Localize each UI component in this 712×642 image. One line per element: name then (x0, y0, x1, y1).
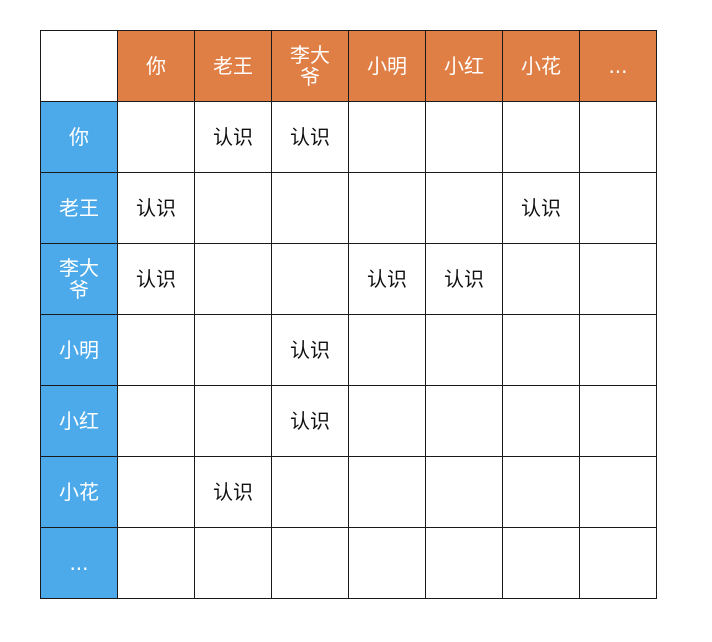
matrix-cell (502, 456, 580, 528)
matrix-cell (194, 314, 272, 386)
header-row: 你 老王 李大爷 小明 小红 小花 ... (40, 30, 657, 102)
matrix-cell (348, 101, 426, 173)
matrix-cell (579, 456, 657, 528)
column-header-xiaoming: 小明 (348, 30, 426, 102)
matrix-cell (579, 314, 657, 386)
matrix-cell (425, 101, 503, 173)
column-header-label: 李大爷 (290, 43, 330, 89)
matrix-cell: 认识 (271, 314, 349, 386)
matrix-cell: 认识 (117, 243, 195, 315)
row-header-label: 老王 (59, 196, 99, 220)
corner-cell (40, 30, 118, 102)
matrix-row: 你 认识 认识 (40, 101, 657, 173)
row-header-more: ... (40, 527, 118, 599)
matrix-cell (271, 172, 349, 244)
matrix-row: 小红 认识 (40, 385, 657, 457)
matrix-cell (425, 172, 503, 244)
matrix-cell (425, 314, 503, 386)
row-header-laowang: 老王 (40, 172, 118, 244)
column-header-xiaohong: 小红 (425, 30, 503, 102)
row-header-ni: 你 (40, 101, 118, 173)
matrix-cell (117, 456, 195, 528)
matrix-cell: 认识 (271, 385, 349, 457)
matrix-cell (271, 243, 349, 315)
column-header-label: 小红 (444, 54, 484, 78)
matrix-row: 李大爷 认识 认识 认识 (40, 243, 657, 315)
column-header-label: 小花 (521, 54, 561, 78)
matrix-cell (194, 172, 272, 244)
row-header-label: 小红 (59, 409, 99, 433)
matrix-cell (117, 527, 195, 599)
matrix-cell (348, 527, 426, 599)
row-header-xiaoming: 小明 (40, 314, 118, 386)
matrix-cell (502, 243, 580, 315)
row-header-label: 小花 (59, 480, 99, 504)
matrix-cell (425, 456, 503, 528)
row-header-label: ... (69, 551, 89, 575)
matrix-cell (579, 243, 657, 315)
matrix-cell (425, 385, 503, 457)
matrix-cell (579, 527, 657, 599)
matrix-cell: 认识 (348, 243, 426, 315)
matrix-cell (348, 456, 426, 528)
column-header-lidaye: 李大爷 (271, 30, 349, 102)
row-header-xiaohong: 小红 (40, 385, 118, 457)
row-header-label: 你 (69, 125, 89, 149)
matrix-cell: 认识 (425, 243, 503, 315)
column-header-label: 你 (146, 54, 166, 78)
column-header-label: ... (608, 54, 628, 78)
matrix-cell (194, 243, 272, 315)
adjacency-matrix: 你 老王 李大爷 小明 小红 小花 ... 你 认识 认识 老王 认识 认识 李… (40, 30, 657, 599)
matrix-row: 小明 认识 (40, 314, 657, 386)
matrix-cell: 认识 (194, 456, 272, 528)
matrix-cell (579, 101, 657, 173)
column-header-xiaohua: 小花 (502, 30, 580, 102)
column-header-laowang: 老王 (194, 30, 272, 102)
matrix-cell: 认识 (117, 172, 195, 244)
row-header-xiaohua: 小花 (40, 456, 118, 528)
matrix-cell (271, 456, 349, 528)
matrix-cell (117, 101, 195, 173)
matrix-cell (117, 314, 195, 386)
matrix-cell (348, 172, 426, 244)
matrix-cell (425, 527, 503, 599)
matrix-cell (348, 385, 426, 457)
column-header-ni: 你 (117, 30, 195, 102)
matrix-cell: 认识 (271, 101, 349, 173)
row-header-lidaye: 李大爷 (40, 243, 118, 315)
matrix-cell (502, 101, 580, 173)
matrix-cell: 认识 (194, 101, 272, 173)
matrix-row: 老王 认识 认识 (40, 172, 657, 244)
matrix-cell (194, 385, 272, 457)
matrix-cell (579, 172, 657, 244)
column-header-label: 小明 (367, 54, 407, 78)
row-header-label: 李大爷 (59, 256, 99, 302)
matrix-cell (271, 527, 349, 599)
matrix-cell (502, 314, 580, 386)
matrix-cell (502, 385, 580, 457)
matrix-cell (579, 385, 657, 457)
row-header-label: 小明 (59, 338, 99, 362)
matrix-cell (348, 314, 426, 386)
column-header-label: 老王 (213, 54, 253, 78)
matrix-cell (502, 527, 580, 599)
matrix-cell (117, 385, 195, 457)
matrix-row: 小花 认识 (40, 456, 657, 528)
matrix-row: ... (40, 527, 657, 599)
matrix-cell: 认识 (502, 172, 580, 244)
matrix-cell (194, 527, 272, 599)
column-header-more: ... (579, 30, 657, 102)
